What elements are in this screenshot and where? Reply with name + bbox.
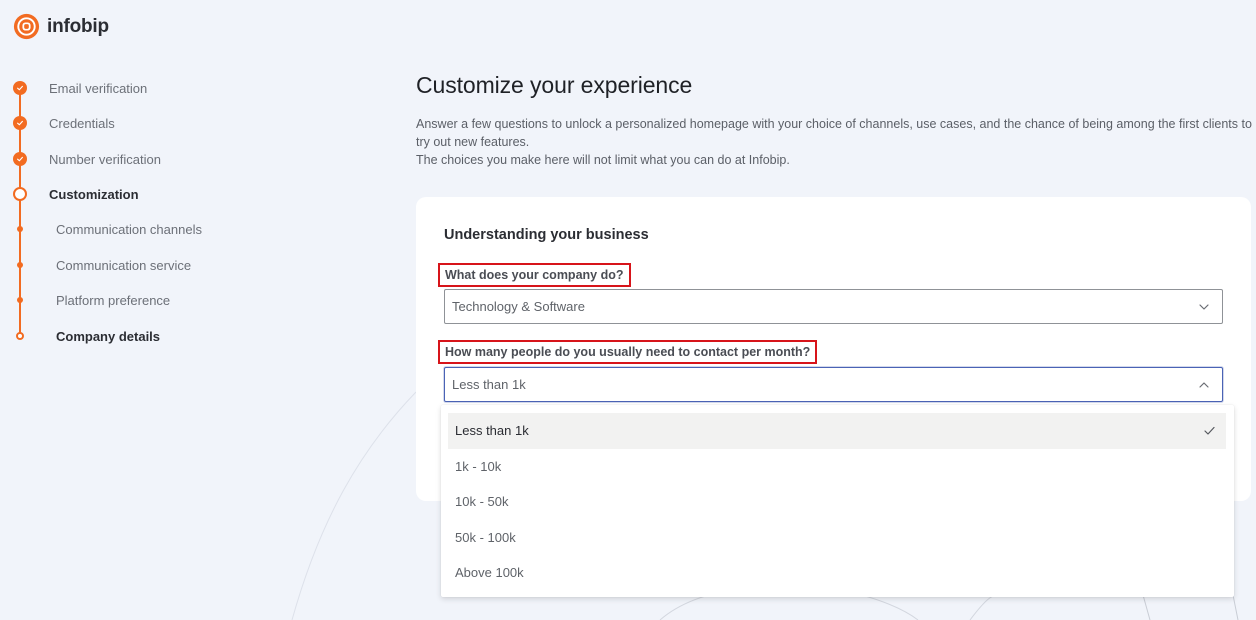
chevron-down-icon (1199, 304, 1209, 310)
check-icon (13, 116, 27, 130)
dropdown-option[interactable]: 10k - 50k (448, 484, 1226, 520)
step-label: Communication channels (56, 221, 202, 237)
substep-dot-icon (17, 297, 23, 303)
description-line-1: Answer a few questions to unlock a perso… (416, 117, 1252, 149)
brand-name: infobip (47, 15, 109, 37)
step-label: Customization (49, 186, 139, 202)
step-label: Communication service (56, 257, 192, 273)
contacts-per-month-label: How many people do you usually need to c… (438, 340, 818, 364)
substep-dot-icon (17, 262, 23, 268)
step-label: Company details (56, 328, 161, 344)
dropdown-option[interactable]: Less than 1k (448, 413, 1226, 449)
step-label: Email verification (49, 80, 148, 96)
company-activity-select[interactable]: Technology & Software (444, 289, 1223, 324)
step-label: Platform preference (56, 292, 171, 308)
step-label: Credentials (49, 115, 115, 131)
infobip-logo-icon (13, 13, 40, 40)
check-icon (13, 152, 27, 166)
step-label: Number verification (49, 151, 161, 167)
page-description: Answer a few questions to unlock a perso… (416, 115, 1252, 169)
option-label: 50k - 100k (455, 529, 516, 545)
option-label: Less than 1k (455, 423, 529, 439)
dropdown-option[interactable]: 1k - 10k (448, 449, 1226, 485)
option-label: 1k - 10k (455, 458, 502, 474)
check-icon (1204, 426, 1215, 435)
check-icon (13, 81, 27, 95)
option-label: Above 100k (455, 565, 524, 581)
contacts-per-month-dropdown: Less than 1k 1k - 10k 10k - 50k 50k - 10… (441, 405, 1234, 597)
description-line-2: The choices you make here will not limit… (416, 153, 790, 167)
main-content: Customize your experience Answer a few q… (416, 72, 1252, 169)
contacts-per-month-select[interactable]: Less than 1k (444, 367, 1223, 402)
infobip-logo[interactable]: infobip (12, 12, 109, 41)
chevron-up-icon (1199, 382, 1209, 388)
page: infobip Email verification Credentials N… (0, 0, 1256, 620)
substep-dot-icon (17, 226, 23, 232)
dropdown-option[interactable]: 50k - 100k (448, 520, 1226, 556)
company-activity-label: What does your company do? (438, 263, 631, 287)
current-step-icon (13, 187, 27, 201)
page-title: Customize your experience (416, 72, 693, 98)
dropdown-option[interactable]: Above 100k (448, 555, 1226, 591)
select-value: Less than 1k (452, 377, 526, 392)
card-title: Understanding your business (444, 227, 649, 243)
current-substep-icon (16, 332, 24, 340)
select-value: Technology & Software (452, 299, 585, 314)
option-label: 10k - 50k (455, 494, 509, 510)
